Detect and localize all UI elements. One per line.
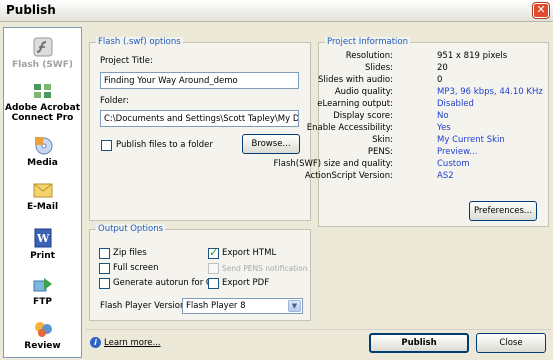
chevron-down-icon: ▼ [288, 300, 301, 312]
elearning-link[interactable]: Disabled [437, 99, 474, 109]
project-info-title: Project Information [325, 37, 410, 47]
close-window-button[interactable]: ✕ [533, 3, 549, 18]
sidebar-item-label: Flash (SWF) [12, 60, 73, 70]
display-score-link[interactable]: No [437, 111, 449, 121]
sidebar-item-label: Connect Pro [11, 113, 74, 123]
export-pdf-checkbox[interactable] [208, 278, 219, 289]
info-key: Enable Accessibility: [306, 123, 393, 133]
sidebar-item-email[interactable]: E-Mail [4, 180, 81, 212]
export-html-label: Export HTML [222, 248, 277, 258]
project-info-panel: Project Information Resolution: 951 x 81… [274, 37, 549, 227]
connect-icon [33, 84, 51, 98]
send-pens-label: Send PENS notification [222, 264, 308, 273]
info-key: eLearning output: [317, 99, 393, 109]
ftp-icon [33, 278, 52, 292]
publish-sidebar: Flash (SWF) Adobe Acrobat Connect Pro Me… [3, 27, 82, 358]
learn-more-link[interactable]: Learn more... [104, 338, 161, 348]
publish-to-folder-checkbox[interactable] [101, 140, 112, 151]
actionscript-link[interactable]: AS2 [437, 171, 454, 181]
skin-link[interactable]: My Current Skin [437, 135, 505, 145]
player-version-select[interactable]: Flash Player 8 ▼ [182, 298, 303, 314]
sidebar-item-label: Media [27, 158, 58, 168]
folder-label: Folder: [100, 96, 129, 106]
pens-link[interactable]: Preview... [437, 147, 477, 157]
output-options-title: Output Options [96, 224, 166, 234]
footer-divider [86, 329, 551, 330]
project-title-input[interactable]: Finding Your Way Around_demo [100, 72, 299, 89]
info-row-slides-audio: Slides with audio: 0 [317, 75, 545, 85]
export-pdf-label: Export PDF [222, 278, 270, 288]
info-value: 0 [437, 75, 443, 85]
close-button[interactable]: Close [476, 333, 546, 353]
info-key: Resolution: [345, 51, 393, 61]
player-version-label: Flash Player Version: [100, 301, 189, 311]
info-row-audio-quality: Audio quality: MP3, 96 kbps, 44.10 KHz [319, 87, 545, 97]
info-row-skin: Skin: My Current Skin [319, 135, 545, 145]
full-screen-checkbox[interactable] [99, 263, 110, 274]
browse-button[interactable]: Browse... [242, 134, 300, 154]
audio-quality-link[interactable]: MP3, 96 kbps, 44.10 KHz [437, 87, 543, 97]
sidebar-item-review[interactable]: Review [4, 319, 81, 351]
svg-text:W: W [36, 232, 50, 245]
info-key: Flash(SWF) size and quality: [273, 159, 394, 169]
print-icon: W [34, 228, 51, 248]
info-key: Slides with audio: [317, 75, 393, 85]
autorun-checkbox[interactable] [99, 278, 110, 289]
autorun-label: Generate autorun for CD [113, 278, 219, 288]
sidebar-item-label: Adobe Acrobat [4, 103, 80, 113]
title-bar: Publish ✕ [0, 0, 553, 22]
project-title-label: Project Title: [100, 56, 153, 66]
info-key: Slides: [364, 63, 393, 73]
publish-button[interactable]: Publish [369, 333, 469, 353]
preferences-button[interactable]: Preferences... [469, 201, 537, 221]
export-html-checkbox[interactable] [208, 246, 219, 259]
accessibility-link[interactable]: Yes [437, 123, 451, 133]
sidebar-item-print[interactable]: W Print [4, 227, 81, 261]
info-row-display-score: Display score: No [319, 111, 545, 121]
flash-icon [33, 37, 52, 57]
send-pens-checkbox [208, 263, 219, 274]
sidebar-item-flash[interactable]: Flash (SWF) [4, 36, 81, 70]
player-version-value: Flash Player 8 [186, 301, 246, 311]
sidebar-item-connect[interactable]: Adobe Acrobat Connect Pro [4, 81, 81, 123]
info-value: 20 [437, 63, 448, 73]
info-row-actionscript: ActionScript Version: AS2 [305, 171, 545, 181]
sidebar-item-media[interactable]: Media [4, 134, 81, 168]
zip-files-label: Zip files [113, 248, 147, 258]
info-key: Display score: [333, 111, 393, 121]
info-value: 951 x 819 pixels [437, 51, 508, 61]
info-row-swf-size: Flash(SWF) size and quality: Custom [274, 159, 545, 169]
sidebar-item-ftp[interactable]: FTP [4, 275, 81, 307]
publish-to-folder-label: Publish files to a folder [116, 140, 213, 150]
sidebar-item-label: E-Mail [26, 202, 59, 212]
folder-input[interactable]: C:\Documents and Settings\Scott Tapley\M… [100, 110, 299, 127]
media-icon [34, 137, 52, 155]
sidebar-item-label: Review [24, 341, 61, 351]
info-row-accessibility: Enable Accessibility: Yes [307, 123, 545, 133]
info-row-pens: PENS: Preview... [319, 147, 545, 157]
info-icon: i [90, 337, 101, 348]
flash-options-title: Flash (.swf) options [96, 37, 183, 47]
info-key: Audio quality: [334, 87, 393, 97]
output-options-panel: Output Options Zip files Full screen Gen… [89, 224, 311, 321]
swf-size-link[interactable]: Custom [437, 159, 470, 169]
sidebar-item-label: FTP [33, 297, 52, 307]
window-title: Publish [6, 3, 56, 17]
sidebar-item-label: Print [30, 251, 55, 261]
full-screen-label: Full screen [113, 263, 159, 273]
flash-options-panel: Flash (.swf) options Project Title: Find… [89, 37, 311, 221]
info-key: ActionScript Version: [304, 171, 393, 181]
info-row-slides: Slides: 20 [319, 63, 545, 73]
review-icon [34, 322, 52, 337]
info-key: Skin: [372, 135, 393, 145]
email-icon [33, 183, 52, 198]
zip-files-checkbox[interactable] [99, 248, 110, 259]
info-row-elearning: eLearning output: Disabled [317, 99, 545, 109]
info-key: PENS: [367, 147, 393, 157]
info-row-resolution: Resolution: 951 x 819 pixels [319, 51, 545, 61]
